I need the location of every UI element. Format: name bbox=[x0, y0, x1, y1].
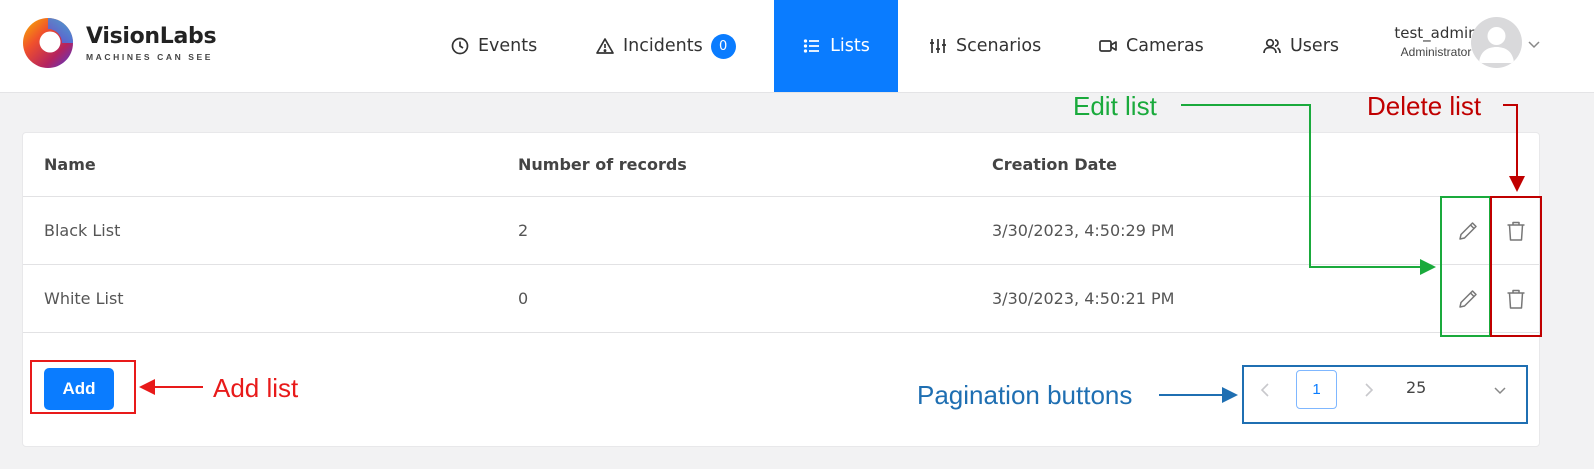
list-icon bbox=[803, 39, 820, 53]
list-creation-date: 3/30/2023, 4:50:29 PM bbox=[992, 221, 1175, 240]
column-header-creation-date: Creation Date bbox=[992, 155, 1117, 174]
column-header-records: Number of records bbox=[518, 155, 687, 174]
nav-item-lists[interactable]: Lists bbox=[774, 0, 898, 92]
nav-item-users[interactable]: Users bbox=[1262, 0, 1339, 92]
list-record-count: 2 bbox=[518, 221, 529, 240]
nav-label-events: Events bbox=[478, 36, 538, 56]
user-silhouette-icon bbox=[1479, 27, 1514, 63]
brand-name: VisionLabs bbox=[86, 24, 217, 49]
edit-annotation-box bbox=[1440, 196, 1491, 337]
nav-label-incidents: Incidents bbox=[623, 36, 703, 56]
sliders-icon bbox=[930, 39, 946, 53]
nav-item-cameras[interactable]: Cameras bbox=[1098, 0, 1204, 92]
nav-item-events[interactable]: Events bbox=[450, 0, 537, 92]
add-annotation-box bbox=[30, 360, 136, 414]
column-header-name: Name bbox=[44, 155, 96, 174]
table-row[interactable]: White List 0 3/30/2023, 4:50:21 PM bbox=[23, 265, 1539, 333]
table-row[interactable]: Black List 2 3/30/2023, 4:50:29 PM bbox=[23, 197, 1539, 265]
list-record-count: 0 bbox=[518, 289, 529, 308]
nav-item-scenarios[interactable]: Scenarios bbox=[928, 0, 1041, 92]
brand-tagline: MACHINES CAN SEE bbox=[86, 52, 214, 62]
list-name: Black List bbox=[44, 221, 121, 240]
nav-label-cameras: Cameras bbox=[1126, 36, 1204, 56]
visionlabs-logo[interactable] bbox=[22, 17, 74, 69]
avatar[interactable] bbox=[1471, 17, 1522, 68]
incidents-count-badge: 0 bbox=[710, 33, 736, 59]
delete-annotation-box bbox=[1490, 196, 1542, 337]
users-icon bbox=[1263, 38, 1281, 54]
pagination-annotation-box bbox=[1242, 365, 1528, 424]
clock-icon bbox=[451, 37, 469, 55]
warning-icon bbox=[596, 38, 614, 54]
list-name: White List bbox=[44, 289, 124, 308]
add-list-annotation: Add list bbox=[213, 373, 299, 403]
table-header: Name Number of records Creation Date bbox=[23, 133, 1539, 197]
brand: VisionLabs MACHINES CAN SEE bbox=[86, 24, 217, 62]
nav-label-lists: Lists bbox=[830, 36, 870, 56]
pagination-annotation: Pagination buttons bbox=[917, 380, 1133, 410]
chevron-down-icon[interactable] bbox=[1525, 35, 1543, 53]
nav-item-incidents[interactable]: Incidents 0 bbox=[595, 0, 736, 92]
delete-list-annotation: Delete list bbox=[1367, 91, 1482, 121]
video-camera-icon bbox=[1099, 40, 1117, 52]
list-creation-date: 3/30/2023, 4:50:21 PM bbox=[992, 289, 1175, 308]
top-navbar: VisionLabs MACHINES CAN SEE Events Incid… bbox=[0, 0, 1594, 93]
nav-label-users: Users bbox=[1290, 36, 1340, 56]
edit-list-annotation: Edit list bbox=[1073, 91, 1157, 121]
nav-label-scenarios: Scenarios bbox=[956, 36, 1042, 56]
